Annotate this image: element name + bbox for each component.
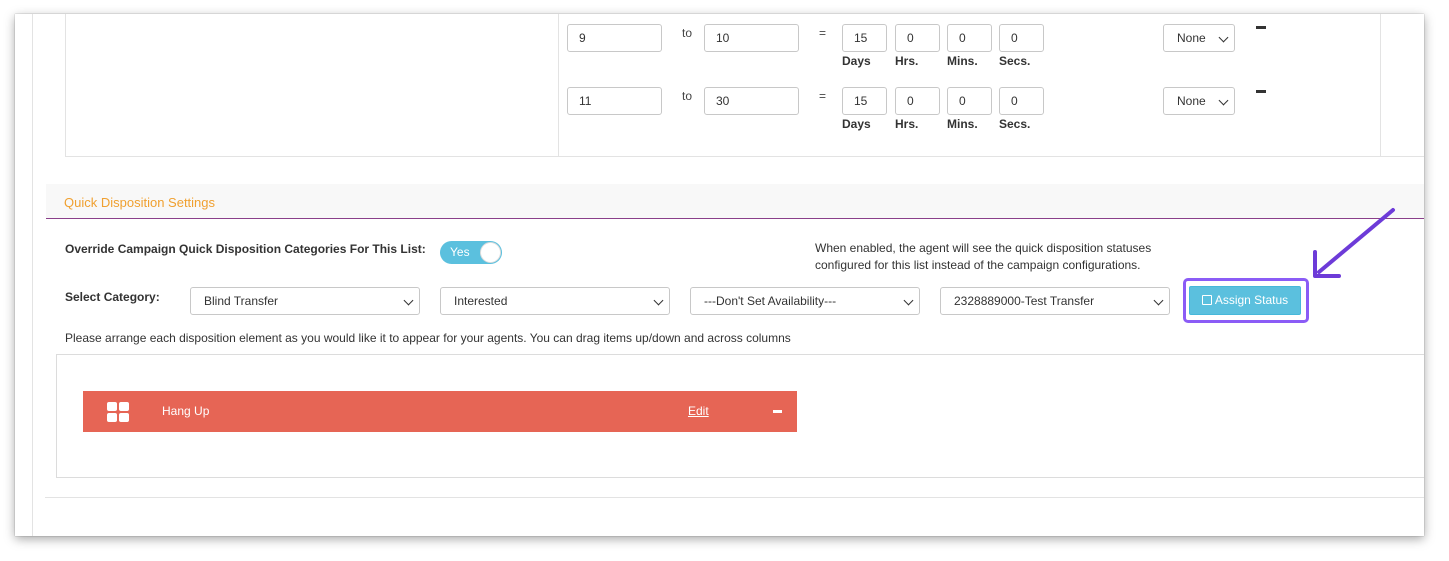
days-label: Days [842, 54, 871, 68]
seconds-input[interactable]: 0 [999, 87, 1044, 115]
drag-grid-icon[interactable] [107, 402, 129, 422]
days-input[interactable]: 15 [842, 87, 887, 115]
assign-status-label: Assign Status [1214, 293, 1289, 307]
select-category-label: Select Category: [65, 290, 160, 304]
instructions-text: Please arrange each disposition element … [65, 331, 791, 345]
override-note-line-1: When enabled, the agent will see the qui… [815, 241, 1152, 255]
minutes-label: Mins. [947, 54, 978, 68]
minutes-label: Mins. [947, 117, 978, 131]
section-header: Quick Disposition Settings [46, 184, 1424, 219]
edit-link[interactable]: Edit [688, 404, 709, 418]
category-select-value: Blind Transfer [204, 294, 279, 308]
chevron-down-icon [653, 295, 664, 306]
range-to-input[interactable]: 10 [704, 24, 799, 52]
override-note-line-2: configured for this list instead of the … [815, 258, 1141, 272]
override-label: Override Campaign Quick Disposition Cate… [65, 242, 426, 256]
hours-label: Hrs. [895, 117, 919, 131]
equals-label: = [819, 89, 827, 103]
availability-select[interactable]: ---Don't Set Availability--- [690, 287, 920, 315]
chevron-down-icon [1153, 295, 1164, 306]
hours-input[interactable]: 0 [895, 87, 940, 115]
range-from-input[interactable]: 11 [567, 87, 662, 115]
toggle-label: Yes [450, 245, 470, 259]
range-action-select[interactable]: None [1163, 87, 1235, 115]
transfer-select[interactable]: 2328889000-Test Transfer [940, 287, 1170, 315]
availability-select-value: ---Don't Set Availability--- [704, 294, 837, 308]
table-column-divider [558, 14, 559, 156]
chevron-down-icon [1218, 32, 1229, 43]
assign-status-button[interactable]: Assign Status [1189, 286, 1301, 315]
app-window: 9 to 10 = 15 0 0 0 Days Hrs. Mins. Secs.… [15, 14, 1424, 536]
equals-label: = [819, 26, 827, 40]
transfer-select-value: 2328889000-Test Transfer [954, 294, 1095, 308]
range-to-input[interactable]: 30 [704, 87, 799, 115]
disposition-item[interactable]: Hang Up Edit [83, 391, 797, 432]
toggle-knob [480, 242, 501, 263]
category-select[interactable]: Blind Transfer [190, 287, 420, 315]
status-select-value: Interested [454, 294, 508, 308]
section-divider [45, 497, 1424, 498]
to-label: to [682, 26, 693, 40]
table-column-divider [1380, 14, 1381, 156]
hours-input[interactable]: 0 [895, 24, 940, 52]
override-toggle[interactable]: Yes [440, 241, 502, 264]
range-action-value: None [1177, 94, 1206, 108]
seconds-input[interactable]: 0 [999, 24, 1044, 52]
remove-range-icon[interactable] [1256, 26, 1266, 29]
edit-icon [1201, 295, 1212, 305]
minutes-input[interactable]: 0 [947, 87, 992, 115]
range-from-input[interactable]: 9 [567, 24, 662, 52]
arrow-annotation [1313, 208, 1395, 278]
section-title: Quick Disposition Settings [64, 195, 216, 210]
seconds-label: Secs. [999, 54, 1031, 68]
remove-range-icon[interactable] [1256, 90, 1266, 93]
to-label: to [682, 89, 693, 103]
days-input[interactable]: 15 [842, 24, 887, 52]
status-select[interactable]: Interested [440, 287, 670, 315]
disposition-name: Hang Up [162, 404, 210, 418]
left-border [32, 14, 33, 536]
days-label: Days [842, 117, 871, 131]
range-action-select[interactable]: None [1163, 24, 1235, 52]
chevron-down-icon [1218, 95, 1229, 106]
minutes-input[interactable]: 0 [947, 24, 992, 52]
seconds-label: Secs. [999, 117, 1031, 131]
range-action-value: None [1177, 31, 1206, 45]
remove-icon[interactable] [773, 410, 782, 413]
chevron-down-icon [903, 295, 914, 306]
chevron-down-icon [403, 295, 414, 306]
hours-label: Hrs. [895, 54, 919, 68]
